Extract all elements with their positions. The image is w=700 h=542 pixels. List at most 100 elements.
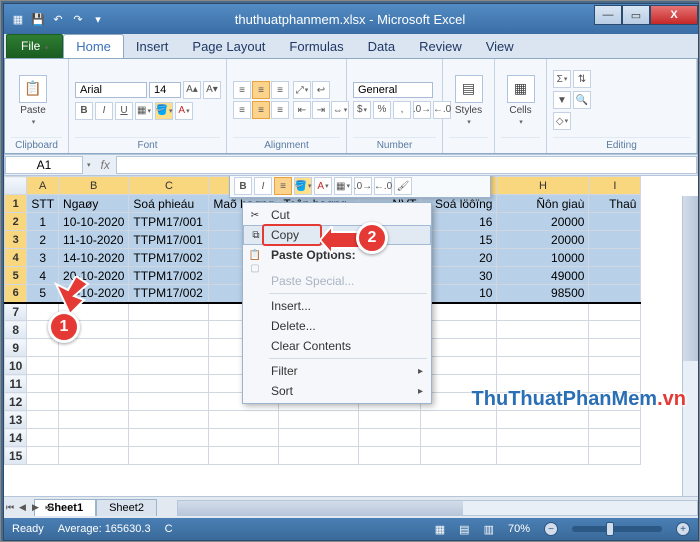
name-box-dropdown-icon[interactable]: ▾ — [83, 161, 95, 169]
paste-button[interactable]: 📋 Paste ▾ — [11, 68, 55, 132]
cell[interactable]: 5 — [27, 285, 59, 303]
row-header[interactable]: 5 — [5, 267, 27, 285]
font-color-button[interactable]: A▾ — [175, 102, 193, 120]
column-header-A[interactable]: A — [27, 177, 59, 195]
cell[interactable]: STT — [27, 195, 59, 213]
cell[interactable] — [421, 429, 497, 447]
file-tab[interactable]: File ▾ — [6, 34, 63, 58]
mini-fill-color-icon[interactable]: 🪣▾ — [294, 177, 312, 195]
cell[interactable] — [589, 213, 641, 231]
cell[interactable] — [27, 321, 59, 339]
view-page-layout-icon[interactable]: ▤ — [459, 523, 469, 536]
wrap-text-icon[interactable]: ↩ — [312, 81, 330, 99]
align-left-icon[interactable]: ≡ — [233, 101, 251, 119]
cell[interactable]: 20-10-2020 — [59, 267, 129, 285]
sheet-nav-buttons[interactable]: ⏮◀▶⏭ — [6, 502, 57, 513]
cell[interactable] — [421, 447, 497, 465]
cell[interactable] — [421, 393, 497, 411]
currency-icon[interactable]: $▾ — [353, 101, 371, 119]
cell[interactable] — [589, 429, 641, 447]
cell[interactable]: Thaû — [589, 195, 641, 213]
cell[interactable]: Soá phieáu — [129, 195, 209, 213]
maximize-button[interactable]: ▭ — [622, 5, 650, 25]
border-button[interactable]: ▦▾ — [135, 102, 153, 120]
table-row[interactable]: 15 — [5, 447, 641, 465]
cell[interactable] — [59, 429, 129, 447]
cell[interactable] — [589, 231, 641, 249]
vertical-scroll-thumb[interactable] — [683, 196, 698, 361]
cell[interactable] — [497, 393, 589, 411]
font-name-select[interactable]: Arial — [75, 82, 147, 98]
cell[interactable]: 10-10-2020 — [59, 213, 129, 231]
cell[interactable] — [497, 303, 589, 321]
clear-icon[interactable]: ◇▾ — [553, 112, 571, 130]
cell[interactable] — [359, 411, 421, 429]
cell[interactable]: 20 — [421, 249, 497, 267]
cell[interactable] — [129, 339, 209, 357]
cell[interactable]: 10 — [421, 285, 497, 303]
align-top-icon[interactable]: ≡ — [233, 81, 251, 99]
cell[interactable] — [129, 447, 209, 465]
shrink-font-icon[interactable]: A▾ — [203, 81, 221, 99]
row-header[interactable]: 12 — [5, 393, 27, 411]
cell[interactable] — [129, 411, 209, 429]
context-sort[interactable]: Sort — [243, 381, 431, 401]
row-header[interactable]: 11 — [5, 375, 27, 393]
view-normal-icon[interactable]: ▦ — [435, 523, 445, 536]
number-format-select[interactable]: General — [353, 82, 433, 98]
cell[interactable]: 30 — [421, 267, 497, 285]
cell[interactable] — [59, 357, 129, 375]
cell[interactable] — [279, 429, 359, 447]
cell[interactable]: 16 — [421, 213, 497, 231]
find-select-icon[interactable]: 🔍 — [573, 91, 591, 109]
cell[interactable] — [589, 267, 641, 285]
cell[interactable] — [27, 375, 59, 393]
horizontal-scroll-thumb[interactable] — [178, 501, 463, 515]
cell[interactable] — [279, 447, 359, 465]
table-row[interactable]: 13 — [5, 411, 641, 429]
cell[interactable] — [129, 375, 209, 393]
cell[interactable]: 98500 — [497, 285, 589, 303]
cell[interactable] — [421, 321, 497, 339]
zoom-out-button[interactable]: − — [544, 522, 558, 536]
context-delete[interactable]: Delete... — [243, 316, 431, 336]
cell[interactable]: 21-10-2020 — [59, 285, 129, 303]
context-copy[interactable]: ⧉Copy — [243, 225, 431, 245]
row-header[interactable]: 4 — [5, 249, 27, 267]
cell[interactable]: 14-10-2020 — [59, 249, 129, 267]
cell[interactable]: 20000 — [497, 231, 589, 249]
formula-input[interactable] — [116, 156, 697, 174]
align-right-icon[interactable]: ≡ — [271, 101, 289, 119]
cell[interactable] — [27, 411, 59, 429]
cell[interactable]: 1 — [27, 213, 59, 231]
data-tab[interactable]: Data — [356, 35, 407, 58]
cell[interactable] — [421, 357, 497, 375]
orientation-icon[interactable]: ⤢▾ — [293, 81, 311, 99]
cell[interactable] — [497, 339, 589, 357]
cell[interactable] — [59, 321, 129, 339]
mini-bold-button[interactable]: B — [234, 177, 252, 195]
cell[interactable]: 2 — [27, 231, 59, 249]
cell[interactable] — [129, 393, 209, 411]
qat-dropdown-icon[interactable]: ▾ — [90, 11, 106, 27]
sort-filter-icon[interactable]: ⇅ — [573, 70, 591, 88]
cell[interactable] — [129, 303, 209, 321]
cell[interactable]: Ngaøy — [59, 195, 129, 213]
cell[interactable] — [589, 339, 641, 357]
mini-dec-decimal-icon[interactable]: ←.0 — [374, 177, 392, 195]
fx-icon[interactable]: fx — [95, 158, 116, 172]
sheet-tab-sheet2[interactable]: Sheet2 — [96, 499, 157, 516]
cell[interactable]: 10000 — [497, 249, 589, 267]
cell[interactable] — [589, 303, 641, 321]
cell[interactable] — [421, 303, 497, 321]
cell[interactable] — [27, 447, 59, 465]
context-clear-contents[interactable]: Clear Contents — [243, 336, 431, 356]
cell[interactable]: 11-10-2020 — [59, 231, 129, 249]
cell[interactable] — [209, 447, 279, 465]
cell[interactable] — [59, 411, 129, 429]
row-header[interactable]: 8 — [5, 321, 27, 339]
cell[interactable] — [497, 321, 589, 339]
italic-button[interactable]: I — [95, 102, 113, 120]
cell[interactable] — [59, 375, 129, 393]
cell[interactable] — [279, 411, 359, 429]
